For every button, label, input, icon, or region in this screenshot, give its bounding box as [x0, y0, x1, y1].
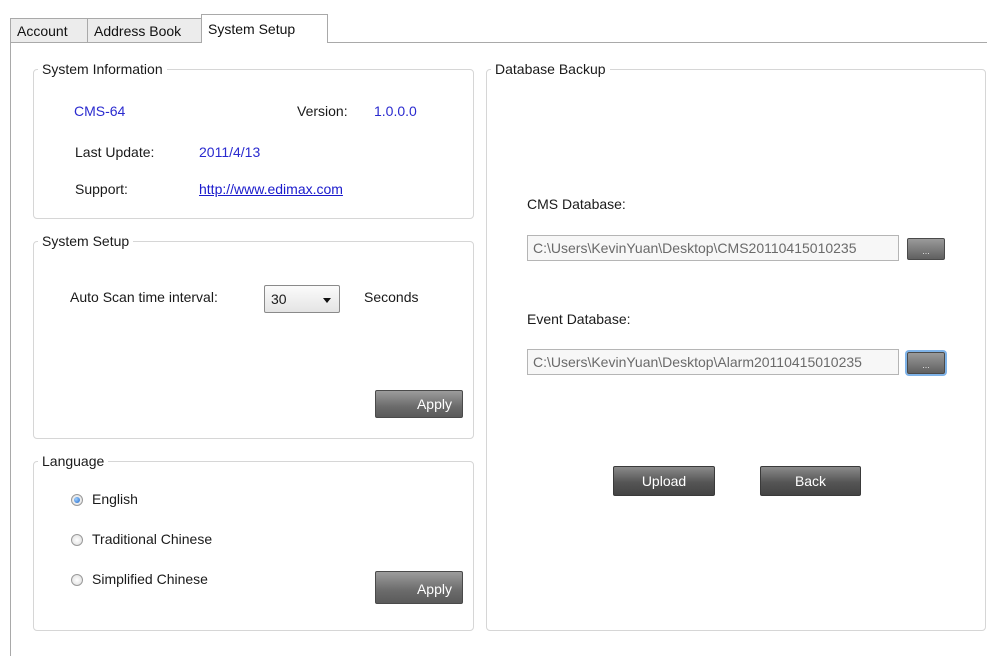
- tab-address-book[interactable]: Address Book: [87, 18, 202, 42]
- upload-button[interactable]: Upload: [613, 466, 715, 496]
- language-legend: Language: [42, 453, 105, 469]
- cms-database-browse-button[interactable]: ...: [907, 238, 945, 260]
- database-backup-legend: Database Backup: [495, 61, 606, 77]
- scan-interval-value: 30: [271, 291, 287, 307]
- scan-interval-select[interactable]: 30: [264, 285, 340, 313]
- tab-divider: [10, 42, 987, 43]
- event-database-browse-button[interactable]: ...: [907, 352, 945, 374]
- version-label: Version:: [297, 103, 348, 119]
- system-information-legend: System Information: [42, 61, 163, 77]
- system-setup-legend: System Setup: [42, 233, 130, 249]
- language-apply-button[interactable]: Apply: [375, 571, 463, 604]
- cms-database-path-field[interactable]: C:\Users\KevinYuan\Desktop\CMS2011041501…: [527, 235, 899, 261]
- radio-button[interactable]: [71, 574, 83, 586]
- back-button[interactable]: Back: [760, 466, 861, 496]
- radio-button-checked[interactable]: [71, 494, 83, 506]
- auto-scan-label: Auto Scan time interval:: [70, 289, 218, 305]
- seconds-label: Seconds: [364, 289, 419, 305]
- support-link[interactable]: http://www.edimax.com: [199, 181, 343, 197]
- radio-english-label: English: [92, 491, 138, 507]
- last-update-value: 2011/4/13: [199, 144, 261, 160]
- version-value: 1.0.0.0: [374, 103, 417, 119]
- event-database-path-field[interactable]: C:\Users\KevinYuan\Desktop\Alarm20110415…: [527, 349, 899, 375]
- event-database-label: Event Database:: [527, 311, 631, 327]
- support-label: Support:: [75, 181, 128, 197]
- content-border: [10, 42, 11, 656]
- radio-traditional-chinese-label: Traditional Chinese: [92, 531, 213, 547]
- tab-account[interactable]: Account: [10, 18, 88, 42]
- tab-system-setup[interactable]: System Setup: [201, 14, 328, 43]
- chevron-down-icon: [323, 298, 331, 303]
- radio-button[interactable]: [71, 534, 83, 546]
- cms-database-label: CMS Database:: [527, 196, 626, 212]
- radio-simplified-chinese-label: Simplified Chinese: [92, 571, 208, 587]
- model-name: CMS-64: [74, 103, 126, 119]
- last-update-label: Last Update:: [75, 144, 155, 160]
- database-backup-group: Database Backup: [486, 61, 986, 631]
- system-setup-apply-button[interactable]: Apply: [375, 390, 463, 418]
